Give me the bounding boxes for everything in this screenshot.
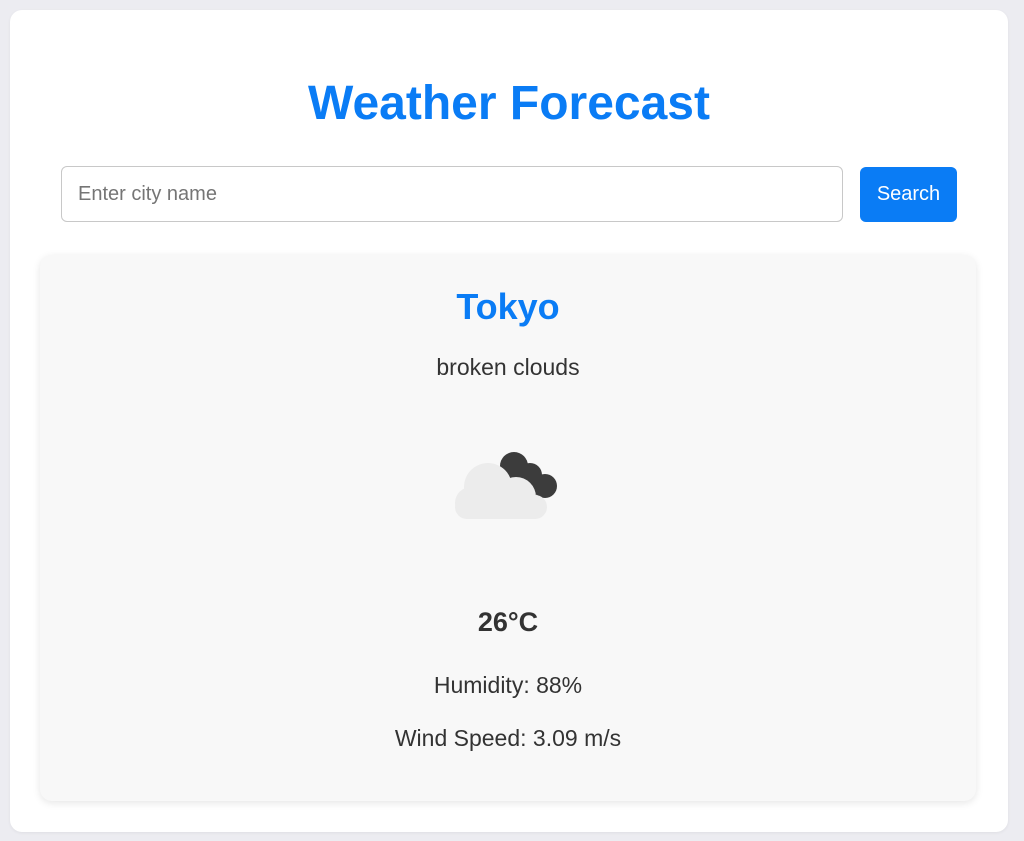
weather-app: Weather Forecast Search Tokyo broken clo… xyxy=(10,10,1008,832)
city-name: Tokyo xyxy=(456,286,560,327)
humidity: Humidity: 88% xyxy=(433,672,583,698)
broken-clouds-icon xyxy=(454,451,564,523)
weather-description: broken clouds xyxy=(436,354,580,380)
search-button[interactable]: Search xyxy=(860,167,957,222)
weather-card: Tokyo broken clouds 26°C Humidity: 88% W… xyxy=(40,255,976,801)
page-title: Weather Forecast xyxy=(308,77,710,130)
wind-speed: Wind Speed: 3.09 m/s xyxy=(394,725,622,751)
city-search-input[interactable] xyxy=(61,166,843,222)
temperature: 26°C xyxy=(477,607,539,637)
